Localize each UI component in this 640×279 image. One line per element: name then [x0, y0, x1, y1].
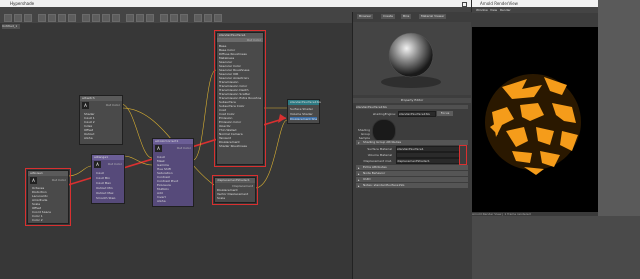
node-name-label: standardSurface1SG — [356, 105, 468, 109]
section-notes[interactable]: ▸ Notes: standardSurface1SG — [356, 183, 468, 188]
menu-window[interactable]: Window — [476, 8, 488, 12]
node-type-icon: A — [155, 145, 162, 152]
node-attr[interactable]: Input — [157, 155, 191, 158]
node-output-label: Out Color — [107, 162, 122, 166]
node-ai-color-correct[interactable]: aiColorCorrect1 A Out Color Input Mask G… — [152, 138, 194, 207]
node-attr[interactable]: Input 1 — [84, 116, 120, 119]
connection-wire — [120, 103, 153, 159]
node-output-label: Out Color — [176, 146, 191, 150]
render-view-title: Arnold RenderView — [480, 1, 518, 6]
node-attr[interactable]: Surface Shader — [290, 107, 317, 110]
connection-wire — [192, 69, 217, 161]
section-title: UUID — [363, 177, 371, 181]
expand-arrow-icon: ▸ — [358, 166, 360, 170]
section-node-behavior[interactable]: ▸ Node Behavior — [356, 171, 468, 176]
node-attr[interactable]: Alpha — [157, 199, 191, 202]
node-shading-group[interactable]: standardSurface1SG Surface Shader Volume… — [287, 99, 321, 124]
node-title: standardSurface1SG — [288, 100, 321, 105]
node-output-label: Out Color — [105, 103, 120, 107]
collapse-arrow-icon: ▾ — [358, 141, 360, 145]
node-attr[interactable]: Output — [84, 132, 120, 135]
node-attr[interactable]: Add — [157, 191, 191, 194]
node-attr[interactable]: Volume Shader — [290, 112, 317, 115]
highlight-box — [25, 168, 71, 226]
expand-arrow-icon: ▸ — [358, 184, 360, 188]
section-title: Shading Group Attributes — [363, 140, 402, 144]
node-attr[interactable]: Input — [96, 171, 122, 174]
render-image — [485, 74, 581, 175]
node-attr[interactable]: Saturation — [157, 171, 191, 174]
connection-wire — [67, 165, 92, 177]
property-editor-title: Property Editor — [353, 98, 471, 103]
node-attr[interactable]: Contrast — [157, 175, 191, 178]
node-title: aiSwitch — [80, 96, 122, 101]
node-attr[interactable]: Alpha — [84, 136, 120, 139]
shading-group-field[interactable]: standardSurface1SG — [398, 111, 436, 117]
node-title: aiRange1 — [92, 155, 124, 160]
highlight-box — [212, 175, 258, 205]
section-shading-group-attributes[interactable]: ▾ Shading Group Attributes — [356, 140, 468, 145]
section-title: Notes: standardSurface1SG — [363, 183, 405, 187]
expand-arrow-icon: ▸ — [358, 178, 360, 182]
section-extra-attributes[interactable]: ▸ Extra Attributes — [356, 165, 468, 170]
node-attr[interactable]: Mask — [157, 159, 191, 162]
viewport-panel — [472, 216, 640, 279]
focus-button[interactable]: Focus — [437, 111, 453, 116]
render-view-toolbar — [472, 13, 598, 27]
node-attr[interactable]: Gamma — [157, 163, 191, 166]
tab-create[interactable]: Create — [381, 14, 395, 19]
node-attr[interactable]: Input Max — [96, 181, 122, 184]
node-attr[interactable]: Contrast Pivot — [157, 179, 191, 182]
shading-group-label: shadingEngine: — [372, 112, 396, 116]
node-attr[interactable]: Exposure — [157, 183, 191, 186]
highlight-box — [214, 30, 266, 167]
node-attr[interactable]: Displacement Shader — [290, 117, 317, 120]
section-title: Node Behavior — [363, 171, 386, 175]
tab-bins[interactable]: Bins — [401, 14, 412, 19]
node-attr[interactable]: Invert — [157, 195, 191, 198]
node-attr[interactable]: Multiply — [157, 187, 191, 190]
highlight-box — [459, 145, 467, 165]
node-attr[interactable]: Input 2 — [84, 120, 120, 123]
node-ai-switch[interactable]: aiSwitch A Out Color Shader Input 1 Inpu… — [79, 95, 123, 145]
render-view-title-bar: Arnold RenderView — [472, 0, 598, 7]
node-attr[interactable]: Output Min — [96, 186, 122, 189]
node-attr[interactable]: Output Max — [96, 191, 122, 194]
node-ai-range[interactable]: aiRange1 A Out Color Input Input Min Inp… — [91, 154, 125, 204]
menu-view[interactable]: View — [490, 8, 497, 12]
node-title: aiColorCorrect1 — [153, 139, 193, 144]
tab-material-viewer[interactable]: Material Viewer — [419, 14, 447, 19]
field-label: Surface Material — [367, 147, 392, 151]
expand-arrow-icon: ▸ — [358, 172, 360, 176]
node-attr[interactable]: Index — [84, 124, 120, 127]
node-attr[interactable]: Smooth Step — [96, 196, 122, 199]
node-attr[interactable]: Offset — [84, 128, 120, 131]
node-attr[interactable]: Hue Shift — [157, 167, 191, 170]
node-attr[interactable]: Input Min — [96, 176, 122, 179]
menu-render[interactable]: Render — [500, 8, 511, 12]
node-type-icon: A — [82, 102, 89, 109]
material-preview[interactable] — [353, 22, 471, 95]
field-label: Volume Material — [367, 153, 392, 157]
displacement-material-field[interactable]: displacementShader1 — [396, 158, 460, 164]
node-type-icon: A — [94, 161, 101, 168]
section-title: Extra Attributes — [363, 165, 387, 169]
node-attr[interactable]: Shader — [84, 112, 120, 115]
channel-box-panel — [598, 0, 640, 216]
material-sphere-preview — [381, 32, 441, 88]
section-uuid[interactable]: ▸ UUID — [356, 177, 468, 182]
sample-label: Shading Group Sample — [357, 128, 370, 140]
tab-browser[interactable]: Browser — [357, 14, 374, 19]
render-canvas[interactable] — [472, 27, 598, 216]
field-label: Displacement mat. — [363, 159, 392, 163]
